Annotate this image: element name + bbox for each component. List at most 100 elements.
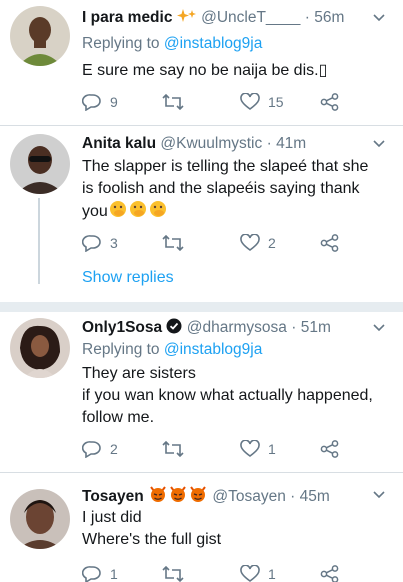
tweet-line: follow me. <box>82 409 155 426</box>
avatar[interactable] <box>10 134 70 194</box>
section-divider <box>0 302 403 312</box>
tweet-line: E sure me say no be naija be dis.▯ <box>82 62 328 79</box>
retweet-button[interactable] <box>162 565 192 582</box>
separator-dot: · <box>290 488 296 505</box>
reply-button[interactable]: 3 <box>82 234 118 252</box>
avatar[interactable] <box>10 6 70 66</box>
tweet-4[interactable]: Tosayen @Tosayen · 45m I just did Where'… <box>0 473 403 582</box>
face-with-hand-over-mouth-icon <box>108 200 128 225</box>
tweet-line: I just did <box>82 509 142 526</box>
avatar[interactable] <box>10 318 70 378</box>
heart-icon <box>240 93 260 110</box>
tweet-actions: 9 15 <box>82 93 342 113</box>
chevron-down-icon[interactable] <box>373 14 385 22</box>
user-handle[interactable]: @Tosayen <box>212 488 285 505</box>
tweet-text: E sure me say no be naija be dis.▯ <box>82 60 392 82</box>
share-button[interactable] <box>320 440 340 458</box>
display-name[interactable]: I para medic <box>82 9 172 26</box>
reply-icon <box>82 235 101 252</box>
sparkle-badge-icon <box>176 8 197 30</box>
face-with-hand-over-mouth-icon <box>148 200 168 225</box>
reply-count: 9 <box>110 94 118 110</box>
tweet-line: The slapper is telling the slapeé that s… <box>82 158 369 175</box>
tweet-1[interactable]: I para medic @UncleT____ · 56m Replying … <box>0 0 403 125</box>
avatar[interactable] <box>10 489 70 549</box>
tweet-line: you <box>82 203 108 220</box>
show-replies-link[interactable]: Show replies <box>82 269 174 287</box>
reply-button[interactable]: 2 <box>82 440 118 458</box>
tweet-line: They are sisters <box>82 365 196 382</box>
tweet-text: The slapper is telling the slapeé that s… <box>82 156 392 225</box>
tweet-text: They are sisters if you wan know what ac… <box>82 363 392 429</box>
like-button[interactable]: 1 <box>240 565 276 582</box>
heart-icon <box>240 565 260 582</box>
reply-mention-link[interactable]: @instablog9ja <box>164 341 262 358</box>
reply-icon <box>82 94 101 111</box>
share-icon <box>320 93 339 111</box>
reply-count: 1 <box>110 566 118 582</box>
tweet-actions: 3 2 <box>82 234 342 254</box>
like-button[interactable]: 15 <box>240 93 284 111</box>
retweet-icon <box>162 234 184 252</box>
share-icon <box>320 234 339 252</box>
like-button[interactable]: 1 <box>240 440 276 458</box>
tweet-2[interactable]: Anita kalu @Kwuulmystic · 41m The slappe… <box>0 126 403 302</box>
replying-to: Replying to @instablog9ja <box>82 340 262 360</box>
tweet-text: I just did Where's the full gist <box>82 507 392 551</box>
chevron-down-icon[interactable] <box>373 324 385 332</box>
reply-icon <box>82 441 101 458</box>
devil-face-icon <box>148 485 168 509</box>
reply-button[interactable]: 9 <box>82 93 118 111</box>
tweet-3[interactable]: Only1Sosa @dharmysosa · 51m Replying to … <box>0 312 403 472</box>
display-name[interactable]: Anita kalu <box>82 135 156 152</box>
tweet-line: Where's the full gist <box>82 531 222 548</box>
replying-to: Replying to @instablog9ja <box>82 34 262 54</box>
timestamp[interactable]: 56m <box>314 9 344 26</box>
timestamp[interactable]: 51m <box>301 319 331 336</box>
timestamp[interactable]: 41m <box>276 135 306 152</box>
tweet-line: is foolish and the slapeéis saying thank <box>82 180 360 197</box>
reply-count: 2 <box>110 441 118 457</box>
share-icon <box>320 440 339 458</box>
devil-face-icon <box>168 485 188 509</box>
reply-count: 3 <box>110 235 118 251</box>
heart-icon <box>240 440 260 457</box>
verified-badge-icon <box>166 318 182 340</box>
chevron-down-icon[interactable] <box>373 140 385 148</box>
tweet-actions: 2 1 <box>82 440 342 460</box>
user-handle[interactable]: @dharmysosa <box>187 319 287 336</box>
reply-mention-link[interactable]: @instablog9ja <box>164 35 262 52</box>
reply-prefix: Replying to <box>82 341 160 358</box>
display-name[interactable]: Only1Sosa <box>82 319 162 336</box>
retweet-button[interactable] <box>162 440 192 458</box>
share-icon <box>320 565 339 582</box>
reply-icon <box>82 566 101 582</box>
devil-face-icon <box>188 485 208 509</box>
reply-prefix: Replying to <box>82 35 160 52</box>
retweet-icon <box>162 440 184 458</box>
share-button[interactable] <box>320 234 340 252</box>
retweet-icon <box>162 565 184 582</box>
separator-dot: · <box>304 9 310 26</box>
tweet-actions: 1 1 <box>82 565 342 582</box>
share-button[interactable] <box>320 93 340 111</box>
retweet-icon <box>162 93 184 111</box>
reply-button[interactable]: 1 <box>82 565 118 582</box>
chevron-down-icon[interactable] <box>373 491 385 499</box>
user-handle[interactable]: @Kwuulmystic <box>160 135 262 152</box>
tweet-line: if you wan know what actually happened, <box>82 387 373 404</box>
timestamp[interactable]: 45m <box>300 488 330 505</box>
retweet-button[interactable] <box>162 234 192 252</box>
user-handle[interactable]: @UncleT____ <box>201 9 300 26</box>
like-count: 2 <box>268 235 276 251</box>
retweet-button[interactable] <box>162 93 192 111</box>
face-with-hand-over-mouth-icon <box>128 200 148 225</box>
display-name[interactable]: Tosayen <box>82 488 144 505</box>
heart-icon <box>240 234 260 251</box>
like-count: 15 <box>268 94 284 110</box>
share-button[interactable] <box>320 565 340 582</box>
separator-dot: · <box>291 319 297 336</box>
like-button[interactable]: 2 <box>240 234 276 252</box>
like-count: 1 <box>268 441 276 457</box>
thread-line <box>38 198 40 284</box>
